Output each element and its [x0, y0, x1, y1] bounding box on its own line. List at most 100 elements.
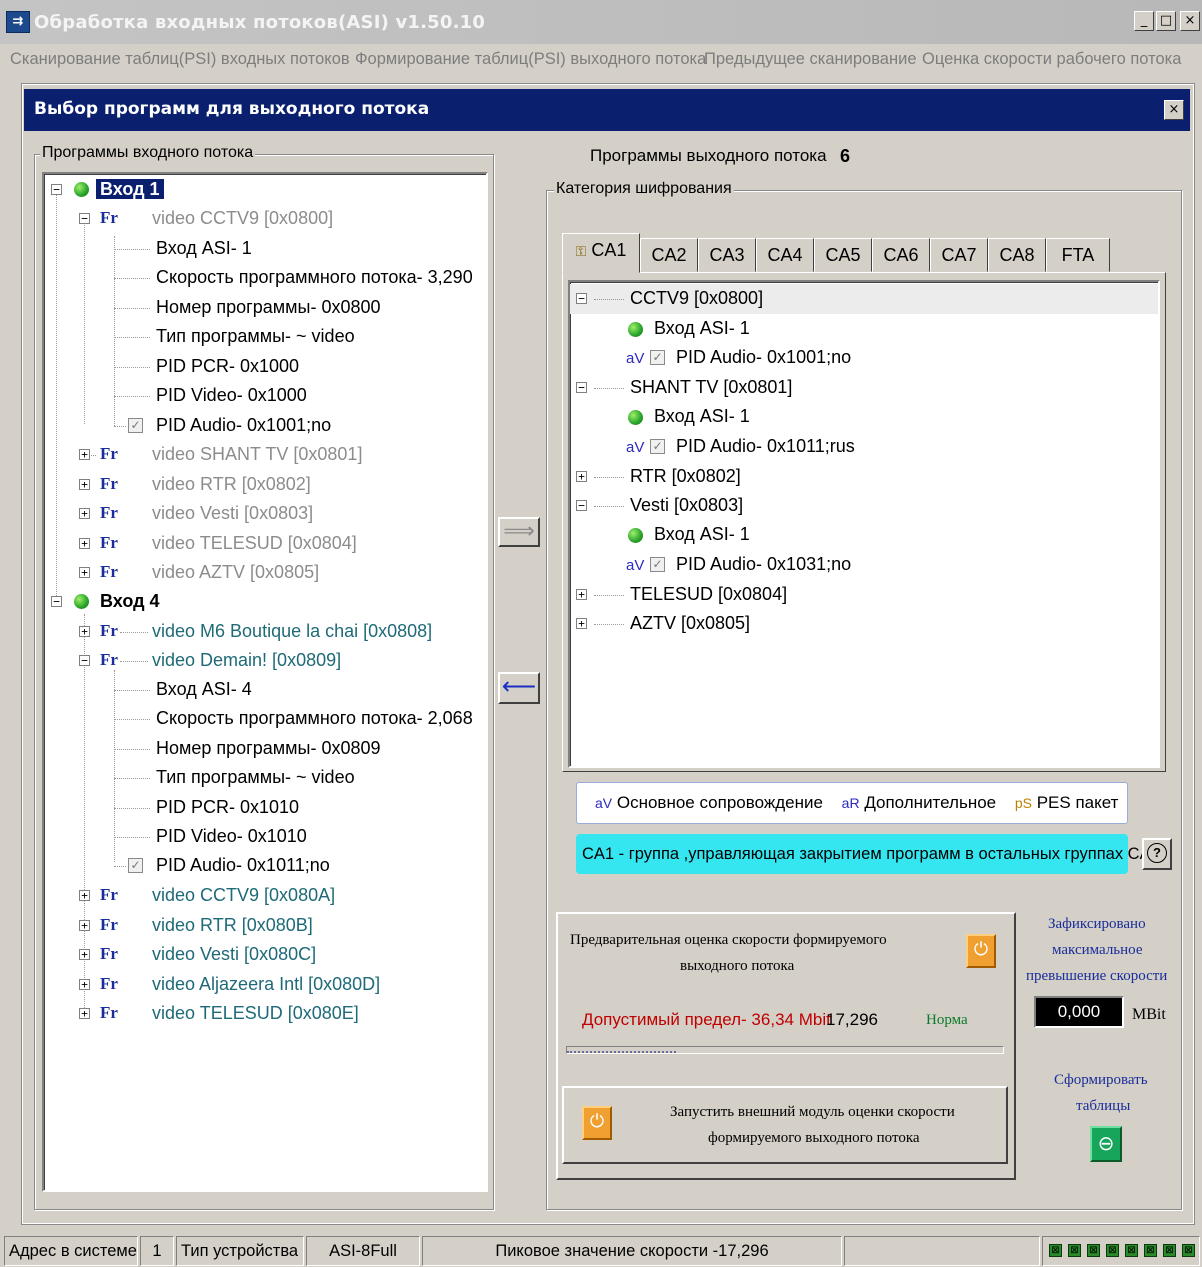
tab-ca2[interactable]: CA2: [640, 238, 698, 272]
program-node[interactable]: video Aljazeera Intl [0x080D]: [152, 971, 380, 999]
expand-icon[interactable]: +: [79, 508, 90, 519]
led-indicator: ⊠: [1087, 1244, 1100, 1257]
collapse-icon[interactable]: −: [79, 213, 90, 224]
estimate-button[interactable]: ⏻: [966, 934, 996, 968]
audio-checkbox[interactable]: ✓: [650, 350, 665, 365]
tab-ca4[interactable]: CA4: [756, 238, 814, 272]
audio-checkbox[interactable]: ✓: [650, 557, 665, 572]
led-indicator: ⊠: [1068, 1244, 1081, 1257]
output-program-node[interactable]: SHANT TV [0x0801]: [630, 374, 792, 402]
output-program-node[interactable]: TELESUD [0x0804]: [630, 581, 787, 609]
external-module-line2: формируемого выходного потока: [708, 1130, 920, 1146]
detail-input: Вход ASI- 1: [156, 238, 252, 258]
external-module-line1: Запустить внешний модуль оценки скорости: [670, 1104, 955, 1120]
led-indicator: ⊠: [1163, 1244, 1176, 1257]
program-node[interactable]: video RTR [0x080B]: [152, 912, 313, 940]
form-tables-button[interactable]: ⊖: [1090, 1126, 1122, 1162]
input4-node[interactable]: Вход 4: [100, 588, 160, 616]
output-detail-input: Вход ASI- 1: [654, 524, 750, 544]
expand-icon[interactable]: +: [79, 538, 90, 549]
status-device-label: Тип устройства: [176, 1236, 304, 1266]
green-status-icon: [628, 528, 643, 543]
expand-icon[interactable]: +: [79, 626, 90, 637]
maximize-button[interactable]: □: [1156, 11, 1176, 31]
expand-icon[interactable]: +: [79, 1008, 90, 1019]
collapse-icon[interactable]: −: [79, 655, 90, 666]
tab-ca6[interactable]: CA6: [872, 238, 930, 272]
program-node[interactable]: video TELESUD [0x0804]: [152, 530, 357, 558]
output-program-node[interactable]: Vesti [0x0803]: [630, 492, 743, 520]
expand-icon[interactable]: +: [576, 589, 587, 600]
close-button[interactable]: ×: [1180, 11, 1200, 31]
output-detail-input: Вход ASI- 1: [654, 318, 750, 338]
minimize-button[interactable]: _: [1134, 11, 1154, 31]
expand-icon[interactable]: +: [576, 618, 587, 629]
program-node[interactable]: video TELESUD [0x080E]: [152, 1000, 359, 1028]
program-node[interactable]: video M6 Boutique la chai [0x0808]: [152, 618, 432, 646]
collapse-icon[interactable]: −: [576, 500, 587, 511]
output-programs-tree[interactable]: − CCTV9 [0x0800] Вход ASI- 1 aV ✓ PID Au…: [568, 280, 1160, 768]
program-node[interactable]: video Vesti [0x0803]: [152, 500, 313, 528]
green-status-icon: [628, 410, 643, 425]
menu-previous-scan[interactable]: Предыдущее сканирование: [704, 50, 917, 69]
expand-icon[interactable]: +: [79, 949, 90, 960]
led-indicator: ⊠: [1144, 1244, 1157, 1257]
detail-bitrate: Скорость программного потока- 2,068: [156, 708, 473, 728]
key-icon: ⚿: [575, 243, 587, 259]
estimate-title-line1: Предварительная оценка скорости формируе…: [570, 932, 887, 948]
tab-ca8[interactable]: CA8: [988, 238, 1046, 272]
input1-node[interactable]: Вход 1: [96, 179, 164, 199]
program-node[interactable]: video CCTV9 [0x0800]: [152, 205, 333, 233]
output-program-node[interactable]: RTR [0x0802]: [630, 463, 741, 491]
estimated-speed-value: 17,296: [826, 1010, 878, 1029]
collapse-icon[interactable]: −: [51, 184, 62, 195]
program-node[interactable]: video RTR [0x0802]: [152, 471, 311, 499]
tab-fta[interactable]: FTA: [1046, 238, 1110, 272]
tab-ca3[interactable]: CA3: [698, 238, 756, 272]
audio-legend: aV Основное сопровождение aR Дополнитель…: [576, 782, 1128, 824]
expand-icon[interactable]: +: [79, 479, 90, 490]
expand-icon[interactable]: +: [576, 471, 587, 482]
power-icon: ⏻: [973, 939, 989, 960]
expand-icon[interactable]: +: [79, 567, 90, 578]
collapse-icon[interactable]: −: [51, 596, 62, 607]
av-marker: aV: [595, 795, 613, 811]
tab-ca7[interactable]: CA7: [930, 238, 988, 272]
menu-form-output[interactable]: Формирование таблиц(PSI) выходного поток…: [355, 50, 706, 69]
program-node[interactable]: video Demain! [0x0809]: [152, 647, 341, 675]
collapse-icon[interactable]: −: [576, 293, 587, 304]
expand-icon[interactable]: +: [79, 920, 90, 931]
collapse-icon[interactable]: −: [576, 382, 587, 393]
speed-status: Норма: [926, 1012, 968, 1028]
output-detail-input: Вход ASI- 1: [654, 406, 750, 426]
fr-icon: Fr: [100, 621, 118, 640]
external-module-button[interactable]: ⏻: [582, 1106, 612, 1140]
detail-program-number: Номер программы- 0x0800: [156, 297, 381, 317]
window-title: Обработка входных потоков(ASI) v1.50.10: [34, 12, 486, 33]
input-programs-tree[interactable]: − Вход 1 − Fr video CCTV9 [0x0800] Вход …: [42, 172, 488, 1192]
expand-icon[interactable]: +: [79, 979, 90, 990]
expand-icon[interactable]: +: [79, 449, 90, 460]
audio-checkbox[interactable]: ✓: [128, 418, 143, 433]
program-node[interactable]: video Vesti [0x080C]: [152, 941, 316, 969]
program-node[interactable]: video SHANT TV [0x0801]: [152, 441, 362, 469]
output-program-node[interactable]: AZTV [0x0805]: [630, 610, 750, 638]
program-node[interactable]: video CCTV9 [0x080A]: [152, 882, 335, 910]
tab-ca1[interactable]: ⚿ CA1: [562, 233, 640, 273]
program-node[interactable]: video AZTV [0x0805]: [152, 559, 319, 587]
detail-video-pid: PID Video- 0x1000: [156, 385, 307, 405]
output-program-node[interactable]: CCTV9 [0x0800]: [630, 285, 763, 313]
expand-icon[interactable]: +: [79, 890, 90, 901]
audio-checkbox[interactable]: ✓: [128, 858, 143, 873]
status-peak-speed: Пиковое значение скорости -17,296: [422, 1236, 842, 1266]
menu-scan-input[interactable]: Сканирование таблиц(PSI) входных потоков: [10, 50, 350, 69]
tab-ca5[interactable]: CA5: [814, 238, 872, 272]
dialog-close-button[interactable]: ×: [1164, 100, 1184, 120]
help-button[interactable]: ?: [1142, 838, 1172, 870]
menu-speed-estimate[interactable]: Оценка скорости рабочего потока: [922, 50, 1181, 69]
fr-icon: Fr: [100, 208, 118, 227]
audio-checkbox[interactable]: ✓: [650, 439, 665, 454]
remove-from-output-button[interactable]: ⟵: [498, 672, 540, 704]
detail-audio-pid: PID Audio- 0x1001;no: [156, 415, 332, 435]
add-to-output-button[interactable]: ⟹: [498, 517, 540, 547]
